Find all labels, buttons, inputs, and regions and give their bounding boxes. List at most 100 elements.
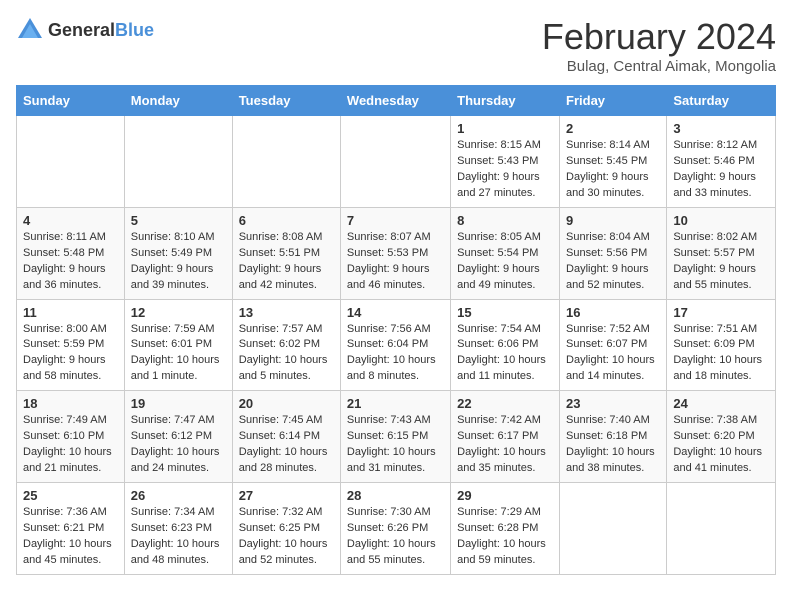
calendar-cell: 3 Sunrise: 8:12 AMSunset: 5:46 PMDaylight… (667, 116, 776, 208)
day-info: Sunrise: 8:04 AMSunset: 5:56 PMDaylight:… (566, 230, 660, 294)
day-number: 22 (457, 396, 553, 411)
day-info: Sunrise: 8:08 AMSunset: 5:51 PMDaylight:… (239, 230, 334, 294)
day-info: Sunrise: 7:47 AMSunset: 6:12 PMDaylight:… (131, 413, 226, 477)
calendar-cell: 2Sunrise: 8:14 AMSunset: 5:45 PMDaylight… (560, 116, 667, 208)
day-number: 28 (347, 488, 444, 503)
day-header-monday: Monday (124, 86, 232, 116)
week-row-2: 4 Sunrise: 8:11 AMSunset: 5:48 PMDaylight… (17, 207, 776, 299)
day-header-sunday: Sunday (17, 86, 125, 116)
day-number: 1 (457, 121, 553, 136)
day-number: 20 (239, 396, 334, 411)
day-info: Sunrise: 8:07 AMSunset: 5:53 PMDaylight:… (347, 230, 444, 294)
calendar-cell: 23Sunrise: 7:40 AMSunset: 6:18 PMDayligh… (560, 391, 667, 483)
day-header-wednesday: Wednesday (340, 86, 450, 116)
calendar-cell: 25 Sunrise: 7:36 AMSunset: 6:21 PMDayligh… (17, 483, 125, 575)
calendar-cell: 13 Sunrise: 7:57 AMSunset: 6:02 PMDayligh… (232, 299, 340, 391)
logo-blue-text: Blue (115, 20, 154, 40)
calendar-body: 1 Sunrise: 8:15 AMSunset: 5:43 PMDaylight… (17, 116, 776, 575)
location-subtitle: Bulag, Central Aimak, Mongolia (542, 58, 776, 75)
day-info: Sunrise: 8:12 AMSunset: 5:46 PMDaylight:… (673, 138, 769, 202)
calendar-cell: 21 Sunrise: 7:43 AMSunset: 6:15 PMDayligh… (340, 391, 450, 483)
day-info: Sunrise: 7:43 AMSunset: 6:15 PMDaylight:… (347, 413, 444, 477)
day-info: Sunrise: 7:54 AMSunset: 6:06 PMDaylight:… (457, 322, 553, 386)
day-number: 24 (673, 396, 769, 411)
calendar-cell: 5 Sunrise: 8:10 AMSunset: 5:49 PMDaylight… (124, 207, 232, 299)
week-row-3: 11 Sunrise: 8:00 AMSunset: 5:59 PMDayligh… (17, 299, 776, 391)
day-number: 25 (23, 488, 118, 503)
day-number: 11 (23, 305, 118, 320)
day-header-saturday: Saturday (667, 86, 776, 116)
calendar-cell: 14 Sunrise: 7:56 AMSunset: 6:04 PMDayligh… (340, 299, 450, 391)
calendar-cell: 10 Sunrise: 8:02 AMSunset: 5:57 PMDayligh… (667, 207, 776, 299)
day-number: 6 (239, 213, 334, 228)
calendar-cell: 9 Sunrise: 8:04 AMSunset: 5:56 PMDaylight… (560, 207, 667, 299)
calendar-cell: 28 Sunrise: 7:30 AMSunset: 6:26 PMDayligh… (340, 483, 450, 575)
day-number: 27 (239, 488, 334, 503)
day-number: 8 (457, 213, 553, 228)
day-number: 9 (566, 213, 660, 228)
calendar-cell: 17 Sunrise: 7:51 AMSunset: 6:09 PMDayligh… (667, 299, 776, 391)
generalblue-logo-icon (16, 16, 44, 44)
day-info: Sunrise: 8:14 AMSunset: 5:45 PMDaylight:… (566, 138, 660, 202)
week-row-1: 1 Sunrise: 8:15 AMSunset: 5:43 PMDaylight… (17, 116, 776, 208)
day-info: Sunrise: 8:10 AMSunset: 5:49 PMDaylight:… (131, 230, 226, 294)
calendar-cell (340, 116, 450, 208)
logo-general-text: General (48, 20, 115, 40)
day-number: 5 (131, 213, 226, 228)
day-info: Sunrise: 7:56 AMSunset: 6:04 PMDaylight:… (347, 322, 444, 386)
days-of-week-row: SundayMondayTuesdayWednesdayThursdayFrid… (17, 86, 776, 116)
calendar-cell (232, 116, 340, 208)
day-number: 17 (673, 305, 769, 320)
calendar-cell (560, 483, 667, 575)
logo: GeneralBlue (16, 16, 154, 44)
calendar-cell: 27 Sunrise: 7:32 AMSunset: 6:25 PMDayligh… (232, 483, 340, 575)
day-header-tuesday: Tuesday (232, 86, 340, 116)
day-info: Sunrise: 7:30 AMSunset: 6:26 PMDaylight:… (347, 505, 444, 569)
day-number: 3 (673, 121, 769, 136)
day-number: 4 (23, 213, 118, 228)
calendar-cell (17, 116, 125, 208)
calendar-cell: 12Sunrise: 7:59 AMSunset: 6:01 PMDayligh… (124, 299, 232, 391)
calendar-cell: 18 Sunrise: 7:49 AMSunset: 6:10 PMDayligh… (17, 391, 125, 483)
calendar-cell: 29Sunrise: 7:29 AMSunset: 6:28 PMDayligh… (451, 483, 560, 575)
title-area: February 2024 Bulag, Central Aimak, Mong… (542, 16, 776, 75)
calendar-header: SundayMondayTuesdayWednesdayThursdayFrid… (17, 86, 776, 116)
day-info: Sunrise: 8:15 AMSunset: 5:43 PMDaylight:… (457, 138, 553, 202)
calendar-cell: 7Sunrise: 8:07 AMSunset: 5:53 PMDaylight… (340, 207, 450, 299)
calendar-cell: 8 Sunrise: 8:05 AMSunset: 5:54 PMDaylight… (451, 207, 560, 299)
day-number: 18 (23, 396, 118, 411)
day-info: Sunrise: 8:00 AMSunset: 5:59 PMDaylight:… (23, 322, 118, 386)
day-info: Sunrise: 8:02 AMSunset: 5:57 PMDaylight:… (673, 230, 769, 294)
calendar-cell: 11 Sunrise: 8:00 AMSunset: 5:59 PMDayligh… (17, 299, 125, 391)
day-number: 23 (566, 396, 660, 411)
day-info: Sunrise: 8:11 AMSunset: 5:48 PMDaylight:… (23, 230, 118, 294)
day-info: Sunrise: 8:05 AMSunset: 5:54 PMDaylight:… (457, 230, 553, 294)
day-number: 13 (239, 305, 334, 320)
calendar-cell: 4 Sunrise: 8:11 AMSunset: 5:48 PMDaylight… (17, 207, 125, 299)
day-info: Sunrise: 7:51 AMSunset: 6:09 PMDaylight:… (673, 322, 769, 386)
day-number: 12 (131, 305, 226, 320)
day-number: 21 (347, 396, 444, 411)
calendar-cell: 19 Sunrise: 7:47 AMSunset: 6:12 PMDayligh… (124, 391, 232, 483)
calendar-cell (667, 483, 776, 575)
day-header-thursday: Thursday (451, 86, 560, 116)
day-info: Sunrise: 7:29 AMSunset: 6:28 PMDaylight:… (457, 505, 553, 569)
day-info: Sunrise: 7:49 AMSunset: 6:10 PMDaylight:… (23, 413, 118, 477)
day-number: 14 (347, 305, 444, 320)
day-number: 10 (673, 213, 769, 228)
day-info: Sunrise: 7:38 AMSunset: 6:20 PMDaylight:… (673, 413, 769, 477)
month-title: February 2024 (542, 16, 776, 58)
header: GeneralBlue February 2024 Bulag, Central… (16, 16, 776, 75)
day-info: Sunrise: 7:32 AMSunset: 6:25 PMDaylight:… (239, 505, 334, 569)
calendar-cell: 16Sunrise: 7:52 AMSunset: 6:07 PMDayligh… (560, 299, 667, 391)
day-info: Sunrise: 7:57 AMSunset: 6:02 PMDaylight:… (239, 322, 334, 386)
calendar-cell: 6 Sunrise: 8:08 AMSunset: 5:51 PMDaylight… (232, 207, 340, 299)
day-info: Sunrise: 7:36 AMSunset: 6:21 PMDaylight:… (23, 505, 118, 569)
day-number: 16 (566, 305, 660, 320)
day-info: Sunrise: 7:45 AMSunset: 6:14 PMDaylight:… (239, 413, 334, 477)
day-info: Sunrise: 7:34 AMSunset: 6:23 PMDaylight:… (131, 505, 226, 569)
day-header-friday: Friday (560, 86, 667, 116)
day-number: 19 (131, 396, 226, 411)
calendar-cell (124, 116, 232, 208)
calendar-table: SundayMondayTuesdayWednesdayThursdayFrid… (16, 85, 776, 575)
